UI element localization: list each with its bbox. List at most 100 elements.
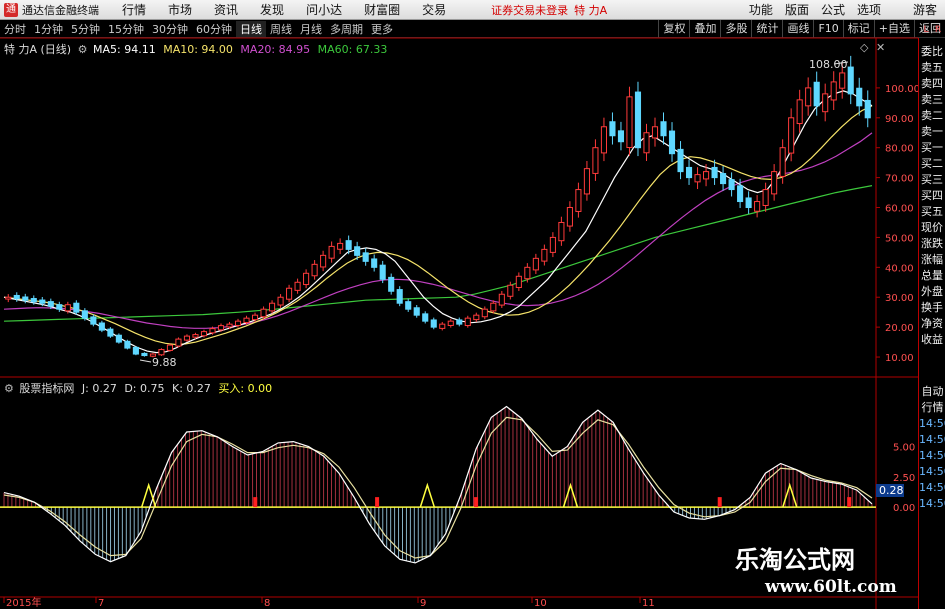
panel-time-6: 14:50 <box>919 497 945 510</box>
candle-body <box>822 93 829 113</box>
price-tick-label: 30.00 <box>885 293 914 304</box>
panel-time-1: 14:50 <box>919 417 945 430</box>
high-price-label: 108.00 <box>809 58 848 71</box>
candle-body <box>592 147 599 174</box>
candle-body <box>558 221 565 242</box>
candle-body <box>345 240 352 250</box>
candle-body <box>668 130 676 155</box>
time-tick-label: 7 <box>98 598 104 609</box>
price-tick-label: 100.00 <box>885 84 920 95</box>
candle-body <box>788 117 795 154</box>
sell-signal-marker <box>847 497 852 508</box>
candle-body <box>651 126 659 139</box>
sell-signal-marker <box>253 497 258 508</box>
panel-time-4: 14:50 <box>919 465 945 478</box>
candle-body <box>456 319 463 325</box>
candle-body <box>864 99 871 119</box>
sell-signal-marker <box>474 497 479 508</box>
candle-body <box>481 308 488 318</box>
candle-body <box>362 252 369 262</box>
candle-body <box>796 99 803 125</box>
candle-body <box>839 72 846 89</box>
candle-body <box>328 245 335 259</box>
candle-body <box>762 189 769 206</box>
time-tick-label: 8 <box>264 598 270 609</box>
candle-body <box>47 301 54 307</box>
candle-body <box>141 352 148 357</box>
candle-body <box>234 320 242 326</box>
panel-last-price: 现价 <box>921 221 943 234</box>
panel-time-5: 14:50 <box>919 481 945 494</box>
candle-body <box>379 264 386 280</box>
candle-body <box>464 317 471 327</box>
candle-body <box>107 328 114 337</box>
candle-body <box>720 173 727 185</box>
kline-chart[interactable]: 100.0090.0080.0070.0060.0050.0040.0030.0… <box>0 0 945 609</box>
panel-bid5: 买五 <box>921 205 943 218</box>
candle-body <box>805 87 812 107</box>
time-tick-label: 2015年 <box>6 596 41 609</box>
ma10-line <box>3 105 873 346</box>
panel-quotes[interactable]: 行情 <box>919 400 945 416</box>
panel-toggle-r[interactable]: R <box>933 22 943 38</box>
panel-turnover: 换手 <box>921 301 943 314</box>
candle-body <box>549 236 556 253</box>
panel-ask2: 卖二 <box>921 109 943 122</box>
price-tick-label: 60.00 <box>885 204 914 215</box>
candle-body <box>269 302 276 312</box>
low-price-label: 9.88 <box>152 356 177 369</box>
candle-body <box>56 304 63 310</box>
panel-ask4: 卖四 <box>921 77 943 90</box>
panel-auto[interactable]: 自动 <box>919 384 945 400</box>
candle-body <box>439 323 446 329</box>
watermark-url: www.60lt.com <box>765 577 897 597</box>
candle-body <box>200 331 208 337</box>
candle-body <box>13 294 20 300</box>
ma60-line <box>3 185 873 322</box>
candle-body <box>192 334 199 338</box>
candle-body <box>532 257 539 271</box>
candle-body <box>39 299 46 304</box>
buy-signal-marker <box>562 482 579 508</box>
candle-body <box>737 185 744 203</box>
candle-body <box>90 316 97 325</box>
candle-body <box>473 314 480 321</box>
price-tick-label: 40.00 <box>885 263 914 274</box>
time-tick-label: 10 <box>534 598 547 609</box>
indicator-tick-label: 5.00 <box>893 443 915 454</box>
price-tick-label: 50.00 <box>885 233 914 244</box>
candle-body <box>847 66 854 95</box>
candle-body <box>507 284 514 297</box>
indicator-tick-label: 0.00 <box>893 503 915 514</box>
time-axis: 2015年 7 8 9 10 11 <box>3 596 655 609</box>
price-tick-label: 80.00 <box>885 144 914 155</box>
price-tick-label: 20.00 <box>885 323 914 334</box>
candle-body <box>779 147 786 177</box>
candle-body <box>124 340 131 349</box>
candle-body <box>217 325 225 331</box>
candle-body <box>30 298 37 303</box>
panel-bid1: 买一 <box>921 141 943 154</box>
candle-body <box>73 302 80 313</box>
candle-body <box>311 263 318 277</box>
panel-ask3: 卖三 <box>921 93 943 106</box>
candle-body <box>617 130 625 143</box>
panel-net-assets: 净资 <box>921 317 943 330</box>
panel-time-3: 14:50 <box>919 449 945 462</box>
candle-body <box>626 96 633 149</box>
panel-toggle-l[interactable]: L <box>921 22 931 38</box>
time-tick-label: 9 <box>420 598 426 609</box>
panel-earnings: 收益 <box>921 333 943 346</box>
moving-averages <box>3 90 873 354</box>
candle-body <box>771 171 778 195</box>
candle-body <box>294 281 301 291</box>
candle-body <box>277 296 284 306</box>
candle-body <box>81 310 88 319</box>
panel-commission-ratio: 委比 <box>921 45 943 58</box>
candle-body <box>830 81 837 101</box>
candle-body <box>303 272 310 286</box>
candle-body <box>175 338 182 347</box>
panel-change: 涨跌 <box>921 237 943 250</box>
candle-body <box>251 314 259 321</box>
panel-bid3: 买三 <box>921 173 943 186</box>
